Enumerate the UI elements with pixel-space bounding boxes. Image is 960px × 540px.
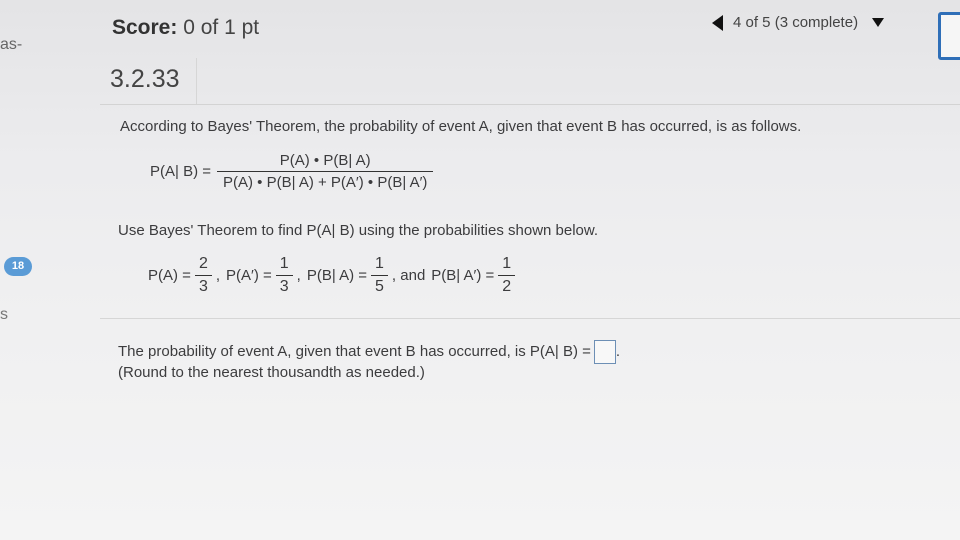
score-value: 0 of 1 pt bbox=[183, 16, 260, 39]
next-question-button[interactable] bbox=[938, 12, 960, 60]
answer-suffix: . bbox=[615, 342, 621, 360]
pac-numerator: 1 bbox=[279, 255, 289, 272]
header-divider bbox=[100, 104, 960, 105]
pac-fraction: 1 3 bbox=[275, 255, 293, 296]
pbac-numerator: 1 bbox=[502, 255, 512, 272]
pac-denominator: 3 bbox=[275, 275, 293, 296]
round-note: (Round to the nearest thousandth as need… bbox=[118, 364, 425, 381]
question-number: 3.2.33 bbox=[110, 65, 180, 93]
bayes-formula: P(A| B) = P(A) • P(B| A) P(A) • P(B| A) … bbox=[150, 150, 434, 193]
separator: , and bbox=[391, 267, 426, 284]
pba-label: P(B| A) = bbox=[306, 267, 368, 284]
pbac-label: P(B| A′) = bbox=[431, 267, 495, 284]
pa-fraction: 2 3 bbox=[194, 255, 212, 296]
given-probabilities: P(A) = 2 3 , P(A′) = 1 3 , P(B| A) = 1 5… bbox=[148, 255, 517, 296]
top-bar: Score: 0 of 1 pt 4 of 5 (3 complete) bbox=[0, 0, 960, 60]
section-divider bbox=[100, 318, 960, 319]
question-count-badge[interactable]: 18 bbox=[4, 257, 32, 276]
pa-label: P(A) = bbox=[148, 267, 191, 284]
left-panel-fragment: as- bbox=[0, 36, 23, 53]
question-navigator: 4 of 5 (3 complete) bbox=[712, 14, 885, 31]
question-progress-dropdown[interactable]: 4 of 5 (3 complete) bbox=[733, 14, 858, 31]
left-panel-fragment-2: s bbox=[0, 306, 8, 323]
instruction-text: Use Bayes' Theorem to find P(A| B) using… bbox=[118, 222, 599, 239]
dropdown-arrow-icon[interactable] bbox=[872, 18, 885, 27]
pbac-fraction: 1 2 bbox=[498, 255, 516, 296]
formula-denominator: P(A) • P(B| A) + P(A′) • P(B| A′) bbox=[217, 171, 434, 193]
formula-numerator: P(A) • P(B| A) bbox=[279, 152, 371, 169]
score-display: Score: 0 of 1 pt bbox=[112, 16, 259, 40]
formula-lhs: P(A| B) = bbox=[150, 163, 211, 180]
pa-denominator: 3 bbox=[194, 275, 212, 296]
separator: , bbox=[296, 267, 301, 284]
answer-line: The probability of event A, given that e… bbox=[118, 340, 620, 364]
pac-label: P(A′) = bbox=[226, 267, 272, 284]
pba-numerator: 1 bbox=[375, 255, 384, 272]
separator: , bbox=[215, 267, 221, 284]
pba-denominator: 5 bbox=[371, 275, 388, 296]
question-intro: According to Bayes' Theorem, the probabi… bbox=[120, 118, 802, 135]
pba-fraction: 1 5 bbox=[371, 255, 388, 296]
pbac-denominator: 2 bbox=[498, 275, 516, 296]
answer-prompt: The probability of event A, given that e… bbox=[118, 342, 591, 360]
previous-question-icon[interactable] bbox=[712, 14, 723, 31]
answer-input[interactable] bbox=[593, 340, 616, 364]
score-label: Score: bbox=[112, 16, 178, 39]
formula-fraction: P(A) • P(B| A) P(A) • P(B| A) + P(A′) • … bbox=[217, 150, 434, 193]
pa-numerator: 2 bbox=[198, 255, 208, 272]
